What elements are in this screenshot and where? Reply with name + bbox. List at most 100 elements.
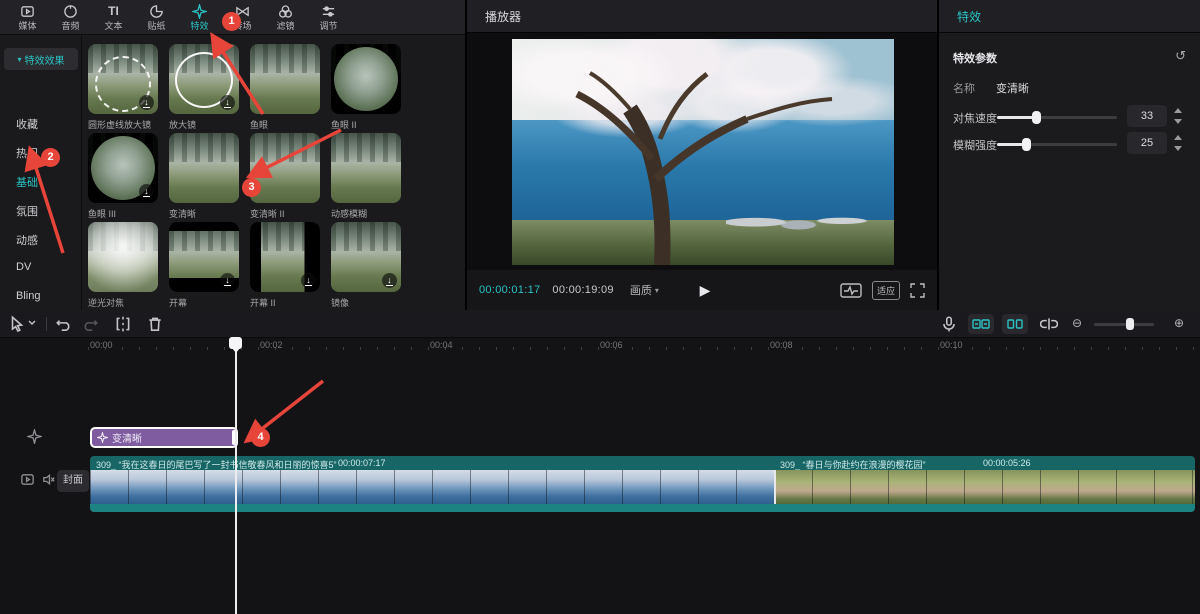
- effect-clip[interactable]: 变清晰: [90, 427, 238, 448]
- fullscreen-icon[interactable]: [910, 283, 925, 298]
- redo-button[interactable]: [81, 315, 99, 333]
- effect-card[interactable]: ↓ 鱼眼 III: [88, 133, 168, 220]
- magnet-frames-icon: [972, 318, 990, 330]
- effect-card-become-clear[interactable]: 变清晰: [169, 133, 249, 220]
- ruler-label: 00:06: [600, 340, 623, 350]
- toolbar-divider: [46, 317, 47, 331]
- effect-thumbnail: [250, 44, 320, 114]
- focus-speed-value[interactable]: 33: [1127, 105, 1167, 127]
- current-timecode: 00:00:01:17: [479, 284, 540, 296]
- toolbar-item-audio[interactable]: 音频: [49, 0, 92, 35]
- effect-label: 开幕 II: [250, 296, 330, 309]
- slider-thumb[interactable]: [1022, 138, 1031, 151]
- effect-thumbnail: ↓: [88, 133, 158, 203]
- video-preview[interactable]: [512, 39, 894, 265]
- effect-card[interactable]: 动感模糊: [331, 133, 411, 220]
- stepper-down-icon[interactable]: [1174, 146, 1182, 151]
- select-tool-button[interactable]: [8, 315, 26, 333]
- zoom-out-button[interactable]: ⊖: [1072, 316, 1082, 330]
- split-button[interactable]: [114, 315, 132, 333]
- focus-speed-stepper[interactable]: [1172, 106, 1184, 126]
- sidebar-item-hot[interactable]: 热门: [16, 145, 76, 159]
- sidebar-item-basic[interactable]: 基础: [16, 174, 76, 188]
- sidebar-item-dv[interactable]: DV: [16, 261, 76, 275]
- toolbar-item-filter[interactable]: 滤镜: [264, 0, 307, 35]
- cover-button[interactable]: 封面: [57, 470, 89, 492]
- record-voiceover-button[interactable]: [940, 315, 958, 333]
- preview-axis-icon[interactable]: [840, 283, 862, 298]
- effect-card[interactable]: 鱼眼 II: [331, 44, 411, 131]
- sidebar-item-dynamic[interactable]: 动感: [16, 232, 76, 246]
- effect-card[interactable]: ↓ 圆形虚线放大镜: [88, 44, 168, 131]
- player-panel: 播放器 00:00:01:17 00:00:19:09: [467, 0, 937, 310]
- toolbar-item-effects[interactable]: 特效: [178, 0, 221, 35]
- effect-inspector-panel: 特效 特效参数 ↺ 名称 变清晰 对焦速度 33 模糊强度 25: [939, 0, 1200, 310]
- undo-button[interactable]: [55, 315, 73, 333]
- effect-card[interactable]: 变清晰 II: [250, 133, 330, 220]
- download-icon: ↓: [139, 184, 154, 199]
- clip-header: 309_ “我在这春日的尾巴写了一封书信敬春风和日丽的惊喜5” 00:00:07…: [90, 456, 1195, 470]
- toolbar-item-sticker[interactable]: 贴纸: [135, 0, 178, 35]
- timeline-zoom-thumb[interactable]: [1126, 318, 1134, 330]
- effect-thumbnail: ↓: [88, 44, 158, 114]
- effect-card[interactable]: 鱼眼: [250, 44, 330, 131]
- sidebar-group-effects[interactable]: ▾ 特效效果: [4, 48, 78, 70]
- reset-icon[interactable]: ↺: [1175, 48, 1186, 64]
- auto-snap-toggle[interactable]: [1002, 314, 1028, 334]
- select-tool-dropdown[interactable]: [27, 315, 37, 333]
- stepper-up-icon[interactable]: [1174, 135, 1182, 140]
- sticker-icon: [149, 4, 164, 19]
- trash-icon: [146, 315, 164, 333]
- effect-card[interactable]: ↓ 开幕 II: [250, 222, 330, 309]
- toolbar-item-label: 文本: [104, 21, 122, 31]
- linkage-toggle[interactable]: [1040, 315, 1058, 333]
- mute-track-icon[interactable]: [41, 472, 56, 492]
- effect-thumbnail: ↓: [331, 222, 401, 292]
- timeline-zoom-slider[interactable]: [1094, 323, 1154, 326]
- fit-button[interactable]: 适应: [872, 281, 900, 300]
- toolbar-item-media[interactable]: 媒体: [6, 0, 49, 35]
- stepper-down-icon[interactable]: [1174, 119, 1182, 124]
- effect-card[interactable]: 逆光对焦: [88, 222, 168, 309]
- tree-trunk: [512, 39, 894, 265]
- toolbar-item-adjust[interactable]: 调节: [307, 0, 350, 35]
- hide-track-icon[interactable]: [20, 472, 35, 492]
- sidebar-item-ambience[interactable]: 氛围: [16, 203, 76, 217]
- effect-thumbnail: ↓: [169, 222, 239, 292]
- timeline-ruler[interactable]: 00:00 00:02 00:04 00:06 00:08 00:10: [0, 338, 1200, 356]
- param-row-blur-strength: 模糊强度 25: [939, 133, 1200, 155]
- main-video-clip[interactable]: 309_ “我在这春日的尾巴写了一封书信敬春风和日丽的惊喜5” 00:00:07…: [90, 456, 1195, 512]
- blur-strength-value[interactable]: 25: [1127, 132, 1167, 154]
- stepper-up-icon[interactable]: [1174, 108, 1182, 113]
- blur-strength-slider[interactable]: [997, 143, 1117, 146]
- effect-label: 放大镜: [169, 118, 249, 131]
- effect-label: 动感模糊: [331, 207, 411, 220]
- sidebar-group-label: 特效效果: [25, 52, 65, 67]
- effect-card[interactable]: ↓ 镜像: [331, 222, 411, 309]
- effect-thumbnail: ↓: [169, 44, 239, 114]
- play-button[interactable]: ▶: [695, 280, 715, 300]
- snap-icon: [1007, 319, 1023, 329]
- toolbar-item-label: 贴纸: [147, 21, 165, 31]
- sidebar-item-favorites[interactable]: 收藏: [16, 116, 76, 130]
- slider-thumb[interactable]: [1032, 111, 1041, 124]
- effect-label: 逆光对焦: [88, 296, 168, 309]
- effect-card[interactable]: ↓ 开幕: [169, 222, 249, 309]
- split-icon: [114, 315, 132, 333]
- focus-speed-slider[interactable]: [997, 116, 1117, 119]
- toolbar-item-transition[interactable]: 转场: [221, 0, 264, 35]
- filter-icon: [278, 4, 293, 19]
- playhead-line: [235, 338, 237, 614]
- toolbar-item-text[interactable]: TI 文本: [92, 0, 135, 35]
- zoom-in-button[interactable]: ⊕: [1174, 316, 1184, 330]
- delete-button[interactable]: [146, 315, 164, 333]
- inspector-header: 特效: [939, 0, 1200, 33]
- sidebar-item-bling[interactable]: Bling: [16, 290, 76, 304]
- ruler-ticks: [88, 347, 1200, 350]
- quality-dropdown[interactable]: 画质 ▾: [630, 282, 659, 298]
- main-track-magnet-toggle[interactable]: [968, 314, 994, 334]
- playhead-handle[interactable]: [229, 337, 242, 349]
- effect-card[interactable]: ↓ 放大镜: [169, 44, 249, 131]
- video-stage: [467, 33, 937, 270]
- blur-strength-stepper[interactable]: [1172, 133, 1184, 153]
